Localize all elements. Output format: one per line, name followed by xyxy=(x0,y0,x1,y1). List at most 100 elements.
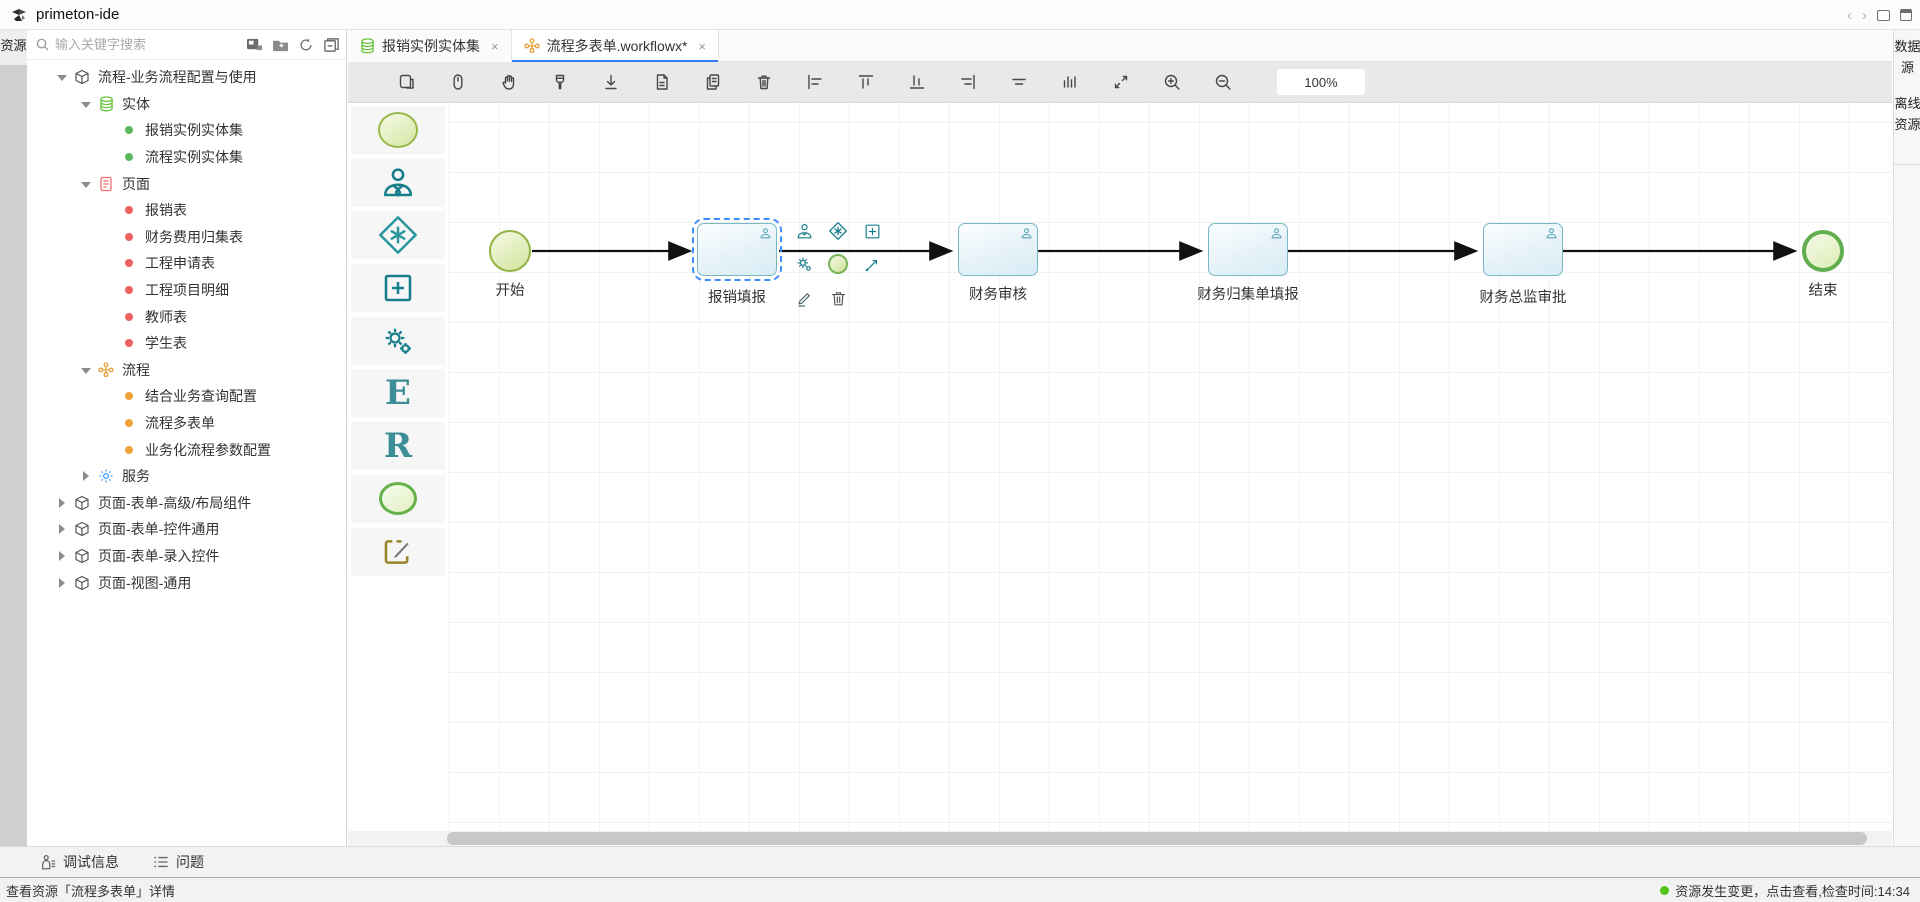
workflow-canvas[interactable]: 开始 报销填报 财务审核 财务归集单填报 财务总监审批 结束 xyxy=(448,103,1892,846)
node-start-event[interactable] xyxy=(489,230,531,272)
new-folder-icon[interactable] xyxy=(272,38,289,52)
tab-workflow[interactable]: 流程多表单.workflowx* × xyxy=(512,30,719,62)
zoom-level-field[interactable]: 100% xyxy=(1277,69,1365,95)
align-bottom-icon[interactable] xyxy=(906,71,928,93)
new-file-icon[interactable] xyxy=(246,37,263,52)
refresh-icon[interactable] xyxy=(298,37,314,53)
search-input[interactable] xyxy=(55,37,246,52)
end-event-icon[interactable] xyxy=(827,253,849,275)
user-task-icon[interactable] xyxy=(793,220,815,242)
rail-tab-offline-resources[interactable]: 离线资源 xyxy=(1894,79,1920,136)
palette-subprocess[interactable] xyxy=(351,264,445,312)
palette-service-task[interactable] xyxy=(351,317,445,365)
collapse-all-icon[interactable] xyxy=(323,37,340,53)
save-icon[interactable] xyxy=(1900,9,1912,21)
status-left-text[interactable]: 查看资源「流程多表单」详情 xyxy=(6,881,175,900)
tree-item[interactable]: 结合业务查询配置 xyxy=(27,383,346,410)
caret-down-icon[interactable] xyxy=(81,365,91,375)
module-icon xyxy=(73,494,91,512)
tree-item[interactable]: 实体 xyxy=(27,91,346,118)
horizontal-scrollbar-thumb[interactable] xyxy=(447,832,1867,845)
palette-gateway[interactable] xyxy=(351,211,445,259)
node-end-event[interactable] xyxy=(1802,230,1844,272)
tree-item[interactable]: 服务 xyxy=(27,463,346,490)
caret-down-icon[interactable] xyxy=(81,99,91,109)
tab-debug-info[interactable]: 调试信息 xyxy=(40,852,119,872)
entity-dot-icon xyxy=(120,148,138,166)
tree-item[interactable]: 业务化流程参数配置 xyxy=(27,436,346,463)
delete-icon[interactable] xyxy=(753,71,775,93)
tree-item[interactable]: 页面-表单-录入控件 xyxy=(27,543,346,570)
zoom-out-icon[interactable] xyxy=(1212,71,1234,93)
service-task-icon[interactable] xyxy=(793,253,815,275)
tab-entity-set[interactable]: 报销实例实体集 × xyxy=(348,30,512,62)
pointer-icon[interactable] xyxy=(447,71,469,93)
node-task-shenhe[interactable] xyxy=(958,223,1038,276)
caret-right-icon[interactable] xyxy=(57,578,67,588)
palette-rule-element[interactable]: R xyxy=(351,422,445,470)
tree-item[interactable]: 页面-表单-高级/布局组件 xyxy=(27,490,346,517)
caret-right-icon[interactable] xyxy=(57,524,67,534)
nav-back-icon[interactable]: ‹ xyxy=(1847,8,1852,23)
caret-down-icon[interactable] xyxy=(81,179,91,189)
tab-close-icon[interactable]: × xyxy=(491,39,499,54)
tree-item[interactable]: 财务费用归集表 xyxy=(27,224,346,251)
format-brush-icon[interactable] xyxy=(549,71,571,93)
tree-item[interactable]: 教师表 xyxy=(27,303,346,330)
status-right[interactable]: 资源发生变更，点击查看,检查时间:14:34 xyxy=(1660,881,1910,900)
palette-user-task[interactable] xyxy=(351,159,445,207)
tree-item[interactable]: 流程多表单 xyxy=(27,410,346,437)
align-left-icon[interactable] xyxy=(804,71,826,93)
tree-item[interactable]: 流程 xyxy=(27,357,346,384)
window-layout-icon[interactable] xyxy=(1877,10,1890,21)
tree-item[interactable]: 工程项目明细 xyxy=(27,277,346,304)
palette-start-event[interactable] xyxy=(351,106,445,154)
caret-down-icon[interactable] xyxy=(57,72,67,82)
tree-item[interactable]: 页面-视图-通用 xyxy=(27,569,346,596)
tab-problems[interactable]: 问题 xyxy=(153,852,204,872)
rail-tab-datasource[interactable]: 数据源 xyxy=(1894,30,1920,79)
tree-item[interactable]: 流程-业务流程配置与使用 xyxy=(27,64,346,91)
node-label: 财务总监审批 xyxy=(1453,286,1593,307)
nav-forward-icon[interactable]: › xyxy=(1862,8,1867,23)
subprocess-icon[interactable] xyxy=(861,220,883,242)
flow-dot-icon xyxy=(120,414,138,432)
edit-icon[interactable] xyxy=(793,287,815,309)
caret-right-icon[interactable] xyxy=(57,498,67,508)
node-task-zongjian[interactable] xyxy=(1483,223,1563,276)
module-icon xyxy=(73,547,91,565)
document-icon[interactable] xyxy=(651,71,673,93)
rail-tab-resources[interactable]: 资源 xyxy=(0,30,27,65)
gateway-icon[interactable] xyxy=(827,220,849,242)
palette-entity-element[interactable]: E xyxy=(351,369,445,417)
pan-icon[interactable] xyxy=(498,71,520,93)
node-task-guiji[interactable] xyxy=(1208,223,1288,276)
tree-item[interactable]: 工程申请表 xyxy=(27,250,346,277)
copy-icon[interactable] xyxy=(702,71,724,93)
flow-dot-icon xyxy=(120,387,138,405)
entity-icon xyxy=(97,95,115,113)
distribute-icon[interactable] xyxy=(1059,71,1081,93)
tree-item[interactable]: 学生表 xyxy=(27,330,346,357)
align-right-icon[interactable] xyxy=(957,71,979,93)
import-icon[interactable] xyxy=(600,71,622,93)
caret-right-icon[interactable] xyxy=(57,551,67,561)
align-center-icon[interactable] xyxy=(1008,71,1030,93)
palette-annotation[interactable] xyxy=(351,528,445,576)
tree-item[interactable]: 报销实例实体集 xyxy=(27,117,346,144)
align-top-icon[interactable] xyxy=(855,71,877,93)
tree-item[interactable]: 流程实例实体集 xyxy=(27,144,346,171)
tree-item[interactable]: 页面 xyxy=(27,170,346,197)
caret-right-icon[interactable] xyxy=(81,471,91,481)
tab-close-icon[interactable]: × xyxy=(698,39,706,54)
tree-item[interactable]: 报销表 xyxy=(27,197,346,224)
zoom-in-icon[interactable] xyxy=(1161,71,1183,93)
tree-item[interactable]: 页面-表单-控件通用 xyxy=(27,516,346,543)
delete-icon[interactable] xyxy=(827,287,849,309)
connector-icon[interactable] xyxy=(861,253,883,275)
palette-end-event[interactable] xyxy=(351,475,445,523)
node-label: 开始 xyxy=(440,279,580,300)
fit-screen-icon[interactable] xyxy=(1110,71,1132,93)
marquee-icon[interactable] xyxy=(396,71,418,93)
node-task-baoxiao[interactable] xyxy=(697,223,777,276)
